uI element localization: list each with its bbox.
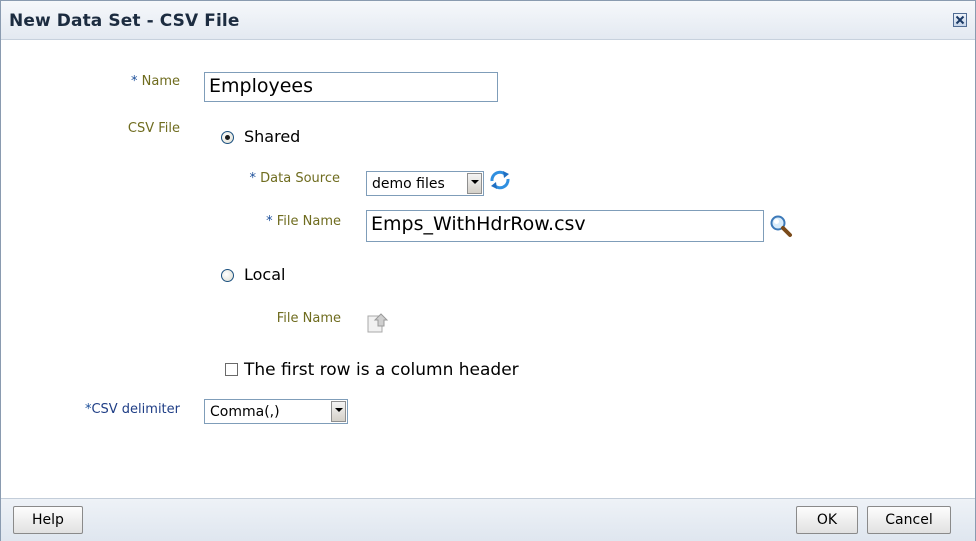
shared-label: Shared xyxy=(244,127,301,146)
csv-delimiter-select[interactable]: Comma(,) xyxy=(204,399,348,424)
data-source-label-text: Data Source xyxy=(256,171,340,186)
local-radio[interactable] xyxy=(221,269,234,282)
data-source-label: * Data Source xyxy=(201,171,340,186)
close-icon[interactable] xyxy=(953,13,967,27)
csv-file-label: CSV File xyxy=(127,121,180,136)
dialog-titlebar: New Data Set - CSV File xyxy=(1,1,975,40)
file-name-label-text: File Name xyxy=(272,214,341,229)
shared-radio[interactable] xyxy=(221,131,234,144)
chevron-down-icon[interactable] xyxy=(467,173,482,194)
data-source-value: demo files xyxy=(372,176,445,192)
local-label: Local xyxy=(244,265,286,284)
csv-delimiter-label: *CSV delimiter xyxy=(41,402,180,417)
data-source-select[interactable]: demo files xyxy=(366,171,484,196)
upload-file-icon[interactable] xyxy=(365,310,391,340)
name-label-text: Name xyxy=(137,74,180,89)
header-row-label: The first row is a column header xyxy=(244,360,519,380)
refresh-icon[interactable] xyxy=(487,168,513,196)
chevron-down-icon[interactable] xyxy=(331,401,346,422)
csv-delimiter-value: Comma(,) xyxy=(210,404,280,420)
csv-delimiter-label-text: CSV delimiter xyxy=(91,402,180,417)
ok-button[interactable]: OK xyxy=(796,506,858,534)
name-label: * Name xyxy=(97,74,180,89)
dialog-title: New Data Set - CSV File xyxy=(9,11,240,31)
dialog-footer: Help OK Cancel xyxy=(1,498,975,541)
csv-data-set-dialog: New Data Set - CSV File * Name Employees… xyxy=(0,0,976,541)
file-name-input[interactable]: Emps_WithHdrRow.csv xyxy=(366,210,764,242)
header-row-checkbox[interactable] xyxy=(225,363,238,376)
cancel-button[interactable]: Cancel xyxy=(867,506,951,534)
magnifier-search-icon[interactable] xyxy=(769,214,793,242)
local-file-name-label: File Name xyxy=(276,311,341,326)
file-name-label: * File Name xyxy=(221,214,341,229)
help-button[interactable]: Help xyxy=(13,506,83,534)
name-input[interactable]: Employees xyxy=(204,72,498,102)
